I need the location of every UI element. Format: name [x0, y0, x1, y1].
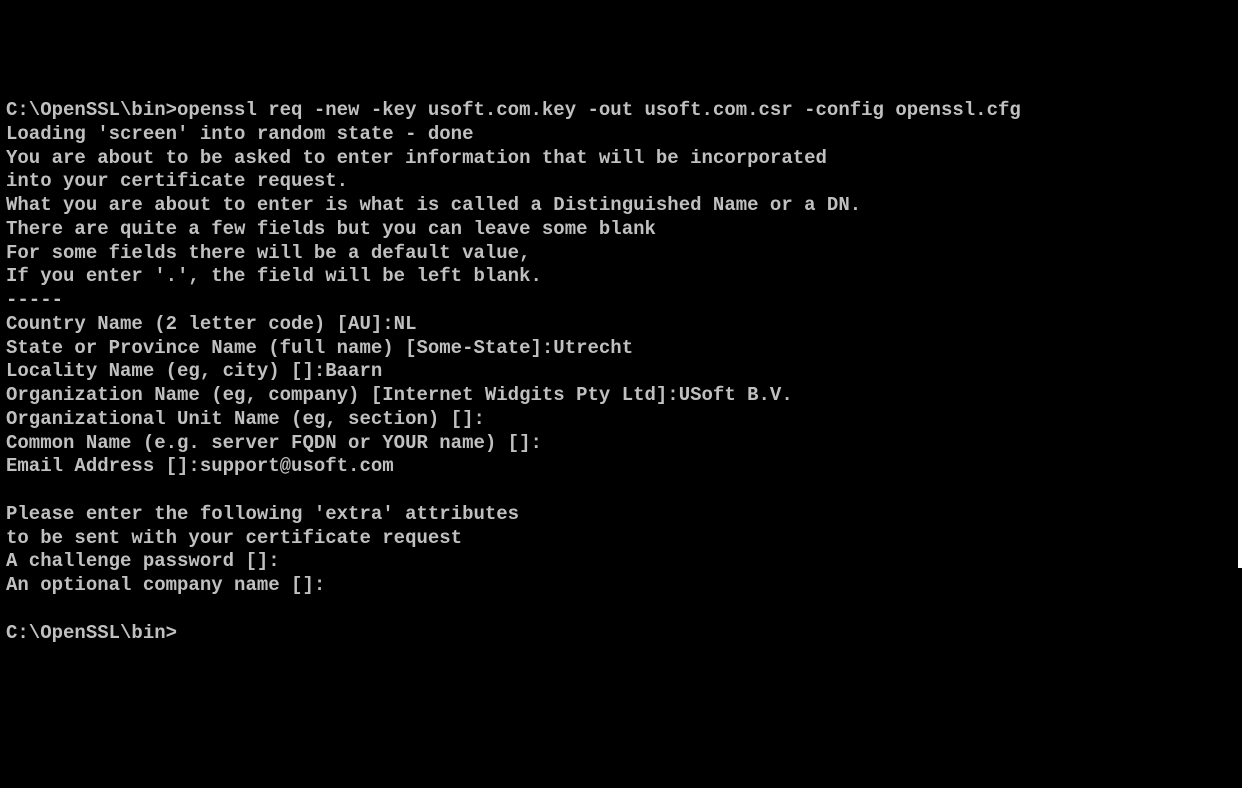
output-line: Please enter the following 'extra' attri…: [6, 503, 1242, 527]
output-line: into your certificate request.: [6, 170, 1242, 194]
output-line: Common Name (e.g. server FQDN or YOUR na…: [6, 432, 1242, 456]
output-line: [6, 598, 1242, 622]
output-line: You are about to be asked to enter infor…: [6, 147, 1242, 171]
command-line: C:\OpenSSL\bin>openssl req -new -key uso…: [6, 99, 1242, 123]
output-line: to be sent with your certificate request: [6, 527, 1242, 551]
output-line: Locality Name (eg, city) []:Baarn: [6, 360, 1242, 384]
output-line: If you enter '.', the field will be left…: [6, 265, 1242, 289]
output-line: Organizational Unit Name (eg, section) […: [6, 408, 1242, 432]
output-line: What you are about to enter is what is c…: [6, 194, 1242, 218]
terminal-output[interactable]: C:\OpenSSL\bin>openssl req -new -key uso…: [6, 99, 1242, 645]
output-line: An optional company name []:: [6, 574, 1242, 598]
output-line: A challenge password []:: [6, 550, 1242, 574]
output-line: Organization Name (eg, company) [Interne…: [6, 384, 1242, 408]
prompt: C:\OpenSSL\bin>: [6, 622, 177, 644]
output-line: Loading 'screen' into random state - don…: [6, 123, 1242, 147]
output-line: Country Name (2 letter code) [AU]:NL: [6, 313, 1242, 337]
command-line: C:\OpenSSL\bin>: [6, 622, 1242, 646]
output-line: Email Address []:support@usoft.com: [6, 455, 1242, 479]
output-line: There are quite a few fields but you can…: [6, 218, 1242, 242]
scrollbar[interactable]: [1238, 0, 1242, 568]
command-text: openssl req -new -key usoft.com.key -out…: [177, 99, 1021, 121]
prompt: C:\OpenSSL\bin>: [6, 99, 177, 121]
output-line: For some fields there will be a default …: [6, 242, 1242, 266]
output-line: -----: [6, 289, 1242, 313]
output-line: [6, 479, 1242, 503]
output-line: State or Province Name (full name) [Some…: [6, 337, 1242, 361]
